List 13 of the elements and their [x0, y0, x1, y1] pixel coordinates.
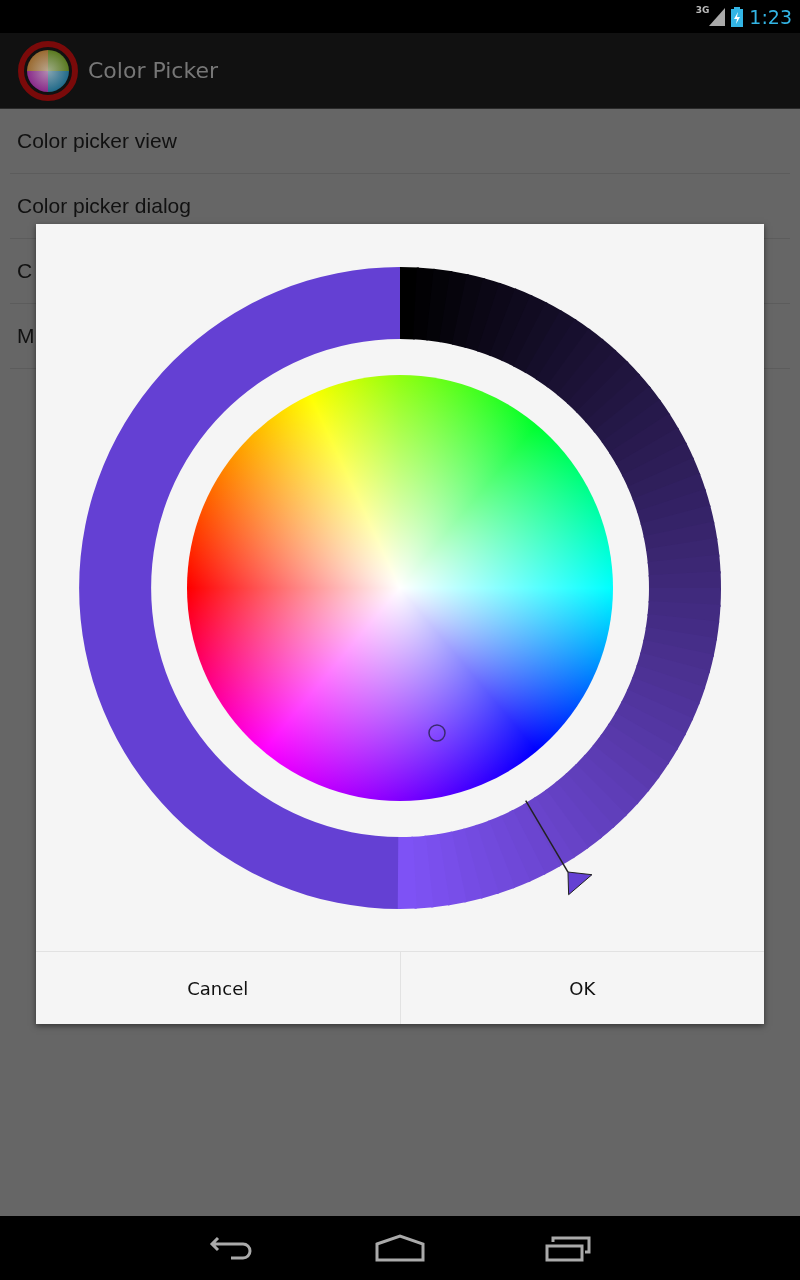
- app-logo-icon: [18, 40, 78, 101]
- clock-time: 1:23: [749, 5, 792, 28]
- home-icon[interactable]: [375, 1234, 425, 1262]
- value-ring[interactable]: [79, 266, 721, 909]
- signal-icon: [709, 7, 726, 26]
- cancel-button[interactable]: Cancel: [36, 952, 400, 1024]
- battery-icon: [731, 6, 744, 27]
- app-title: Color Picker: [88, 58, 218, 83]
- network-type: 3G: [695, 5, 710, 15]
- value-pointer[interactable]: [525, 799, 593, 895]
- recent-apps-icon[interactable]: [545, 1234, 591, 1262]
- ok-button[interactable]: OK: [399, 952, 764, 1024]
- hue-selector-icon[interactable]: [428, 723, 446, 742]
